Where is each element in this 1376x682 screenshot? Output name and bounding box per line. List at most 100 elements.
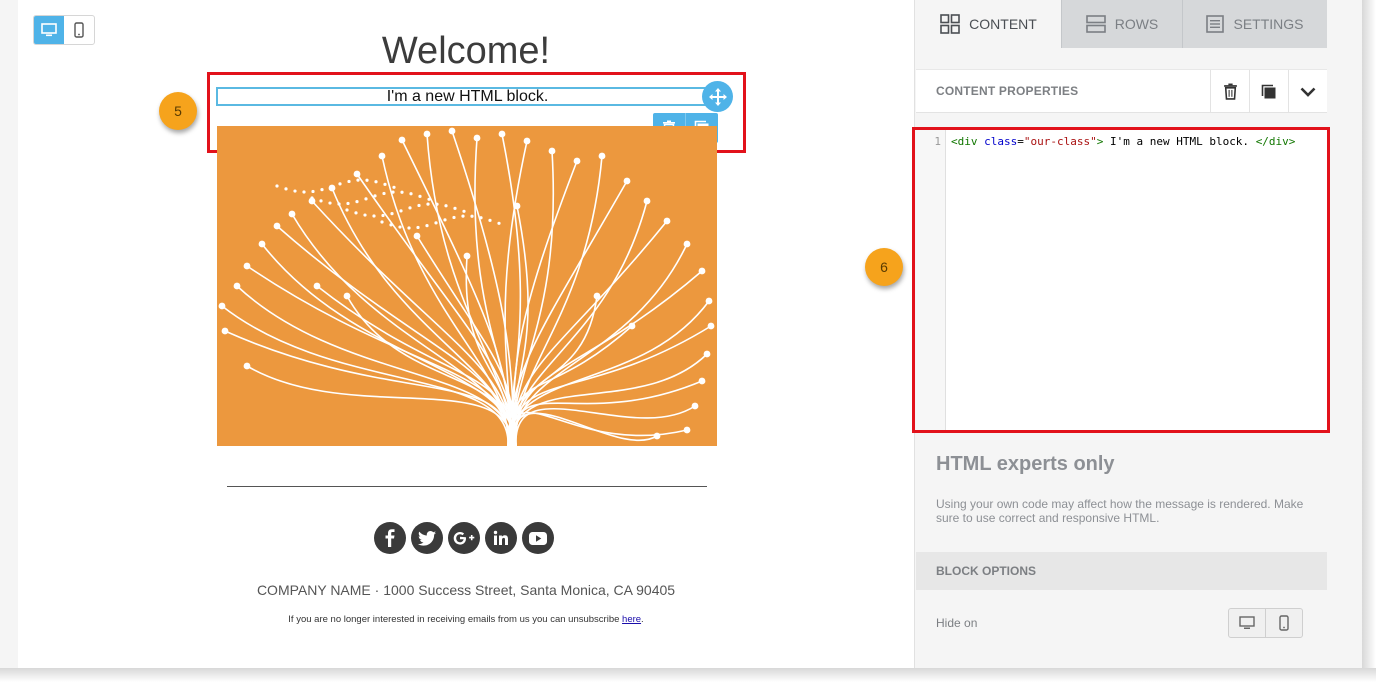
tree-node xyxy=(548,147,556,155)
tab-content[interactable]: CONTENT xyxy=(916,0,1061,48)
help-title: HTML experts only xyxy=(936,453,1115,475)
facebook-icon[interactable] xyxy=(374,522,406,554)
tree-node xyxy=(243,262,251,270)
unsubscribe-text: If you are no longer interested in recei… xyxy=(288,614,620,625)
tree-dot xyxy=(389,223,393,227)
grid-icon xyxy=(940,14,960,34)
tree-node xyxy=(463,252,471,260)
tree-node xyxy=(343,292,351,300)
tree-dot xyxy=(338,182,342,186)
tree-node xyxy=(448,127,456,135)
tree-node xyxy=(498,130,506,138)
tree-dot xyxy=(400,190,404,194)
tree-node xyxy=(593,292,601,300)
tree-node xyxy=(473,134,481,142)
tree-dot xyxy=(417,203,421,208)
tree-node xyxy=(573,157,581,165)
tree-node xyxy=(288,210,296,218)
tree-dot xyxy=(434,221,438,225)
tab-settings-label: SETTINGS xyxy=(1233,16,1304,32)
tree-node xyxy=(707,322,715,330)
tree-dot xyxy=(408,206,412,210)
content-properties-title: CONTENT PROPERTIES xyxy=(936,84,1079,98)
youtube-icon[interactable] xyxy=(522,522,554,554)
tree-dot xyxy=(275,184,279,188)
tree-dot xyxy=(479,216,483,220)
tree-node xyxy=(523,137,531,145)
hero-image xyxy=(217,126,717,447)
twitter-icon[interactable] xyxy=(411,522,443,554)
help-text: Using your own code may affect how the m… xyxy=(936,497,1304,525)
tree-branch xyxy=(316,285,515,447)
tree-dot xyxy=(391,190,395,194)
tree-branch xyxy=(515,405,696,447)
tree-dot xyxy=(409,192,413,196)
tree-dot xyxy=(497,221,501,225)
trash-icon xyxy=(1223,83,1237,100)
tree-node xyxy=(258,240,266,248)
tree-dot xyxy=(488,218,492,222)
tree-dot xyxy=(345,208,349,212)
tree-dot xyxy=(364,197,368,201)
tree-node xyxy=(698,377,706,385)
tree-node xyxy=(598,152,606,160)
tree-dot xyxy=(293,189,297,193)
tree-node xyxy=(653,432,661,440)
tree-branch xyxy=(221,305,509,447)
tree-dot xyxy=(355,199,359,204)
tree-dot xyxy=(399,209,403,213)
tree-node xyxy=(273,222,281,230)
hide-on-desktop-button[interactable] xyxy=(1229,609,1265,637)
tree-dot xyxy=(461,214,465,218)
delete-content-button[interactable] xyxy=(1210,70,1249,113)
tree-dot xyxy=(365,178,369,182)
tree-node xyxy=(353,170,361,178)
settings-icon xyxy=(1206,15,1225,33)
tree-dot xyxy=(383,182,387,186)
social-icons xyxy=(374,522,554,554)
tree-dot xyxy=(347,179,351,184)
tree-dot xyxy=(392,185,396,189)
tree-branch xyxy=(509,325,633,447)
tree-dot xyxy=(381,213,385,218)
tree-dot xyxy=(418,194,422,198)
duplicate-icon xyxy=(1261,84,1276,98)
google-plus-icon[interactable] xyxy=(448,522,480,554)
unsubscribe-link[interactable]: here xyxy=(622,614,641,625)
tree-dot xyxy=(320,187,324,192)
tree-dot xyxy=(443,218,447,222)
rows-icon xyxy=(1085,15,1106,33)
tree-node xyxy=(705,297,713,305)
tree-dot xyxy=(398,225,402,229)
window-shadow-bottom xyxy=(0,668,1376,682)
tree-dot xyxy=(337,202,341,206)
tree-node xyxy=(243,362,251,370)
content-properties-header: CONTENT PROPERTIES xyxy=(916,69,1327,113)
tree-dot xyxy=(407,226,411,230)
tree-node xyxy=(691,402,699,410)
sidebar-tabs: CONTENT ROWS SETTINGS xyxy=(916,0,1327,48)
tree-node xyxy=(378,152,386,160)
tab-rows[interactable]: ROWS xyxy=(1061,0,1182,48)
unsubscribe-end: . xyxy=(641,614,644,625)
callout-badge-6: 6 xyxy=(865,248,903,286)
tree-branch xyxy=(381,155,509,447)
linkedin-icon[interactable] xyxy=(485,522,517,554)
company-address: COMPANY NAME · 1000 Success Street, Sant… xyxy=(256,582,676,598)
hide-on-mobile-button[interactable] xyxy=(1265,609,1302,637)
editor-app: Welcome! I'm a new HTML block. 5 COMPANY… xyxy=(0,0,1362,668)
tree-dot xyxy=(284,187,288,191)
hide-on-toggle xyxy=(1228,608,1303,638)
tab-settings[interactable]: SETTINGS xyxy=(1182,0,1327,48)
tree-illustration xyxy=(218,127,715,447)
tree-dot xyxy=(373,194,377,198)
highlight-code-editor xyxy=(912,127,1330,433)
tree-dot xyxy=(319,199,323,203)
email-heading[interactable]: Welcome! xyxy=(0,30,932,73)
tree-node xyxy=(683,240,691,248)
duplicate-content-button[interactable] xyxy=(1249,70,1288,113)
collapse-properties-button[interactable] xyxy=(1288,70,1327,113)
tree-dot xyxy=(427,197,431,201)
tree-dot xyxy=(311,189,315,194)
tree-dot xyxy=(453,206,457,210)
